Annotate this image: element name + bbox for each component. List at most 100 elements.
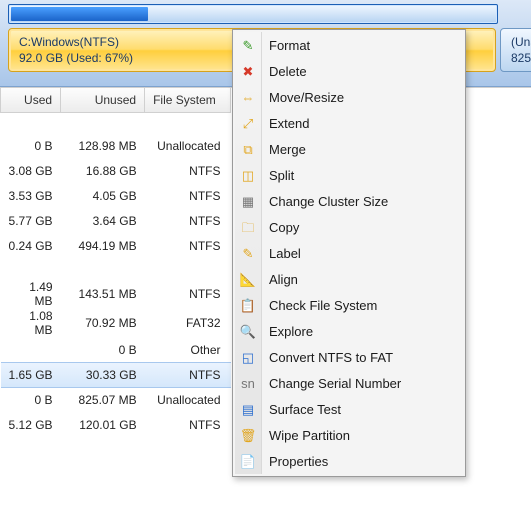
cell-unused: 30.33 GB [61,363,145,388]
table-row[interactable]: 0.24 GB494.19 MBNTFS [1,234,231,259]
menu-convert-ntfs-to-fat[interactable]: ◱ Convert NTFS to FAT [235,344,463,370]
menu-properties[interactable]: 📄 Properties [235,448,463,474]
cell-used: 5.77 GB [1,209,61,234]
cell-used [1,338,61,363]
cell-unused: 825.07 MB [61,388,145,413]
cell-unused: 494.19 MB [61,234,145,259]
table-row[interactable]: 0 B128.98 MBUnallocated [1,134,231,159]
align-icon: 📐 [240,271,256,287]
menu-extend[interactable]: ⤢Extend [235,110,463,136]
cell-fs: NTFS [145,184,231,209]
merge-icon: ⧉ [240,141,256,157]
change-serial-number-icon: sn [240,375,256,391]
menu-label: Properties [269,454,328,469]
menu-surface-test[interactable]: ▤ Surface Test [235,396,463,422]
menu-change-serial-number[interactable]: sn Change Serial Number [235,370,463,396]
convert-ntfs-to-fat-icon: ◱ [240,349,256,365]
menu-label: Copy [269,220,299,235]
selection-fill [11,7,148,21]
format-icon: ✎ [240,37,256,53]
cell-unused: 70.92 MB [61,309,145,338]
cell-used: 0.24 GB [1,234,61,259]
cell-fs: FAT32 [145,309,231,338]
menu-label[interactable]: ✎ Label [235,240,463,266]
menu-move-resize[interactable]: ⇔ Move/Resize [235,84,463,110]
table-row[interactable]: 3.08 GB16.88 GBNTFS [1,159,231,184]
cell-used: 0 B [1,134,61,159]
menu-label: Move/Resize [269,90,344,105]
partition-table: Used Unused File System 0 B128.98 MBUnal… [0,88,231,437]
menu-label: Change Serial Number [269,376,401,391]
menu-merge[interactable]: ⧉ Merge [235,136,463,162]
cell-fs: Unallocated [145,388,231,413]
menu-copy[interactable]: 🗀 Copy [235,214,463,240]
cell-unused: 0 B [61,338,145,363]
menu-label: Align [269,272,298,287]
cell-fs: NTFS [145,363,231,388]
move-resize-icon: ⇔ [240,89,256,105]
menu-label: Wipe Partition [269,428,350,443]
menu-label: Surface Test [269,402,341,417]
explore-icon: 🔍 [240,323,256,339]
partition-side-title: (Una [511,35,531,49]
menu-label: Convert NTFS to FAT [269,350,393,365]
cell-fs: NTFS [145,209,231,234]
menu-align[interactable]: 📐 Align [235,266,463,292]
cell-unused: 16.88 GB [61,159,145,184]
menu-label: Check File System [269,298,377,313]
partition-side-subtitle: 825 [511,51,531,65]
table-row[interactable]: 3.53 GB4.05 GBNTFS [1,184,231,209]
partition-side[interactable]: (Una 825 [500,28,531,72]
menu-format[interactable]: ✎ Format [235,32,463,58]
menu-delete[interactable]: ✖ Delete [235,58,463,84]
col-fs[interactable]: File System [145,88,231,113]
menu-explore[interactable]: 🔍 Explore [235,318,463,344]
table-row[interactable]: 0 B825.07 MBUnallocated [1,388,231,413]
delete-icon: ✖ [240,63,256,79]
menu-label: Extend [269,116,309,131]
cell-used: 3.53 GB [1,184,61,209]
cell-fs: Unallocated [145,134,231,159]
menu-wipe-partition[interactable]: 🗑 Wipe Partition [235,422,463,448]
change-cluster-size-icon: ▦ [240,193,256,209]
cell-used: 1.65 GB [1,363,61,388]
menu-label: Label [269,246,301,261]
cell-fs: NTFS [145,280,231,309]
cell-fs: NTFS [145,413,231,438]
cell-fs: Other [145,338,231,363]
copy-icon: 🗀 [240,219,256,235]
cell-unused: 120.01 GB [61,413,145,438]
menu-split[interactable]: ◫Split [235,162,463,188]
menu-label: Format [269,38,310,53]
menu-label: Change Cluster Size [269,194,388,209]
table-row[interactable]: 1.65 GB30.33 GBNTFS [1,363,231,388]
table-row[interactable]: 5.77 GB3.64 GBNTFS [1,209,231,234]
check-file-system-icon: 📋 [240,297,256,313]
cell-unused: 4.05 GB [61,184,145,209]
cell-unused: 143.51 MB [61,280,145,309]
menu-label: Delete [269,64,307,79]
context-menu: ✎ Format ✖ Delete ⇔ Move/Resize ⤢Extend ⧉ Merge ◫… [232,29,466,477]
table-row[interactable]: 0 BOther [1,338,231,363]
cell-unused: 3.64 GB [61,209,145,234]
table-row[interactable]: 1.08 MB70.92 MBFAT32 [1,309,231,338]
cell-used: 1.49 MB [1,280,61,309]
col-used[interactable]: Used [1,88,61,113]
menu-label: Explore [269,324,313,339]
label-icon: ✎ [240,245,256,261]
cell-used: 5.12 GB [1,413,61,438]
menu-check-file-system[interactable]: 📋 Check File System [235,292,463,318]
surface-test-icon: ▤ [240,401,256,417]
cell-fs: NTFS [145,159,231,184]
menu-label: Merge [269,142,306,157]
menu-label: Split [269,168,294,183]
wipe-partition-icon: 🗑 [240,427,256,443]
properties-icon: 📄 [240,453,256,469]
table-row[interactable]: 1.49 MB143.51 MBNTFS [1,280,231,309]
table-row[interactable]: 5.12 GB120.01 GBNTFS [1,413,231,438]
col-unused[interactable]: Unused [61,88,145,113]
cell-used: 0 B [1,388,61,413]
table-header-row: Used Unused File System [1,88,231,113]
menu-change-cluster-size[interactable]: ▦ Change Cluster Size [235,188,463,214]
cell-used: 1.08 MB [1,309,61,338]
